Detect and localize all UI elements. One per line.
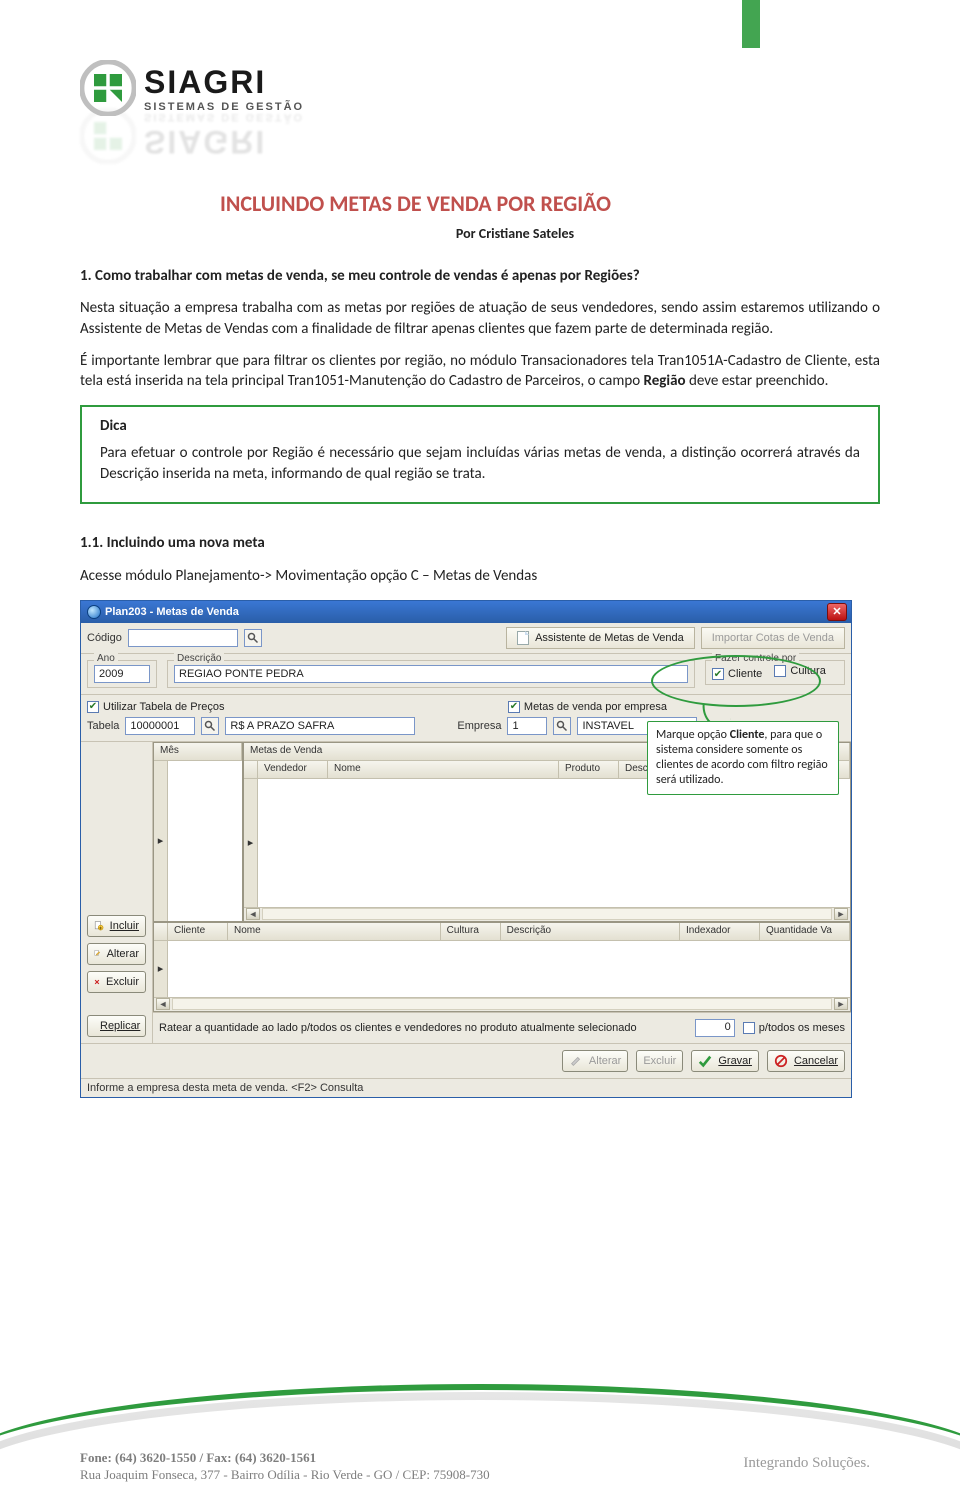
ratear-row: Ratear a quantidade ao lado p/todos os c… — [153, 1012, 851, 1043]
excluir-action-button[interactable]: Excluir — [636, 1050, 683, 1072]
importar-cotas-button[interactable]: Importar Cotas de Venda — [701, 627, 845, 649]
alterar-left-button[interactable]: Alterar — [87, 943, 146, 965]
ano-legend: Ano — [94, 653, 118, 664]
mes-column: Mês — [154, 743, 242, 760]
delete-x-icon — [94, 975, 100, 989]
header-fields-row: Ano 2009 Descrição REGIAO PONTE PEDRA Fa… — [81, 654, 851, 695]
document-icon — [517, 631, 529, 645]
status-bar: Informe a empresa desta meta de venda. <… — [81, 1078, 851, 1097]
footer-tagline: Integrando Soluções. — [743, 1455, 870, 1472]
indexador-column: Indexador — [680, 923, 760, 940]
cancel-icon — [774, 1054, 788, 1068]
horizontal-scrollbar[interactable]: ◄► — [244, 907, 850, 921]
brand-name: SIAGRI — [144, 64, 304, 101]
gravar-button[interactable]: Gravar — [691, 1050, 759, 1072]
excluir-left-button[interactable]: Excluir — [87, 971, 146, 993]
plus-document-icon: ✚ — [94, 919, 104, 933]
metas-por-empresa-checkbox[interactable]: ✔Metas de venda por empresa — [508, 701, 667, 713]
produto-column: Produto — [559, 761, 619, 778]
window-titlebar: Plan203 - Metas de Venda ✕ — [81, 601, 851, 623]
cliente-checkbox[interactable]: ✔Cliente — [712, 668, 762, 680]
cliente-cultura-grid[interactable]: Cliente Nome Cultura Descrição Indexador… — [153, 922, 851, 1012]
codigo-input[interactable] — [128, 629, 238, 647]
page-title: INCLUINDO METAS DE VENDA POR REGIÃO — [220, 190, 880, 217]
toolbar: Código Assistente de Metas de Venda Impo… — [81, 623, 851, 654]
row-selector-icon: ▸ — [154, 941, 168, 997]
navigation-path: Acesse módulo Planejamento-> Movimentaçã… — [80, 567, 880, 585]
paragraph-2: É importante lembrar que para filtrar os… — [80, 351, 880, 392]
svg-text:✚: ✚ — [99, 925, 103, 930]
cancelar-button[interactable]: Cancelar — [767, 1050, 845, 1072]
replicar-button[interactable]: Replicar — [87, 1015, 146, 1037]
cultura-checkbox[interactable]: Cultura — [774, 665, 825, 677]
empresa-label: Empresa — [457, 720, 501, 732]
cliente-column: Cliente — [168, 923, 228, 940]
byline: Por Cristiane Sateles — [150, 225, 880, 242]
footer-phone: Fone: (64) 3620-1550 / Fax: (64) 3620-15… — [80, 1449, 490, 1467]
pencil-document-icon — [94, 947, 101, 961]
assistente-button[interactable]: Assistente de Metas de Venda — [506, 627, 695, 649]
horizontal-scrollbar[interactable]: ◄► — [154, 997, 850, 1011]
fazer-controle-legend: Fazer controle por — [712, 653, 799, 664]
paragraph-1: Nesta situação a empresa trabalha com as… — [80, 298, 880, 339]
utilizar-tabela-checkbox[interactable]: ✔Utilizar Tabela de Preços — [87, 701, 224, 713]
empresa-search-button[interactable] — [553, 717, 571, 735]
annotation-callout: Marque opção Cliente, para que o sistema… — [647, 721, 839, 795]
tabela-label: Tabela — [87, 720, 119, 732]
tip-title: Dica — [100, 417, 860, 435]
window-title: Plan203 - Metas de Venda — [105, 606, 239, 618]
cultura-column: Cultura — [441, 923, 501, 940]
action-buttons-row: Alterar Excluir Gravar Cancelar — [81, 1043, 851, 1078]
tip-body: Para efetuar o controle por Região é nec… — [100, 443, 860, 484]
p-todos-meses-checkbox[interactable]: p/todos os meses — [743, 1022, 845, 1034]
tabela-code-input[interactable]: 10000001 — [125, 717, 195, 735]
cultura-descricao-column: Descrição — [501, 923, 680, 940]
descricao-input[interactable]: REGIAO PONTE PEDRA — [174, 665, 688, 683]
vendedor-nome-column: Nome — [328, 761, 559, 778]
app-icon — [87, 605, 101, 619]
question-1: 1. Como trabalhar com metas de venda, se… — [80, 266, 880, 286]
codigo-search-button[interactable] — [244, 629, 262, 647]
check-icon — [698, 1054, 712, 1068]
quantidade-column: Quantidade Va — [760, 923, 850, 940]
brand-subtitle: SISTEMAS DE GESTÃO — [144, 101, 304, 113]
cliente-nome-column: Nome — [228, 923, 441, 940]
window-close-button[interactable]: ✕ — [827, 603, 847, 621]
alterar-action-button[interactable]: Alterar — [562, 1050, 628, 1072]
ano-input[interactable]: 2009 — [94, 665, 150, 683]
ratear-text: Ratear a quantidade ao lado p/todos os c… — [159, 1022, 637, 1034]
tabela-search-button[interactable] — [201, 717, 219, 735]
tip-box: Dica Para efetuar o controle por Região … — [80, 405, 880, 504]
footer-contact: Fone: (64) 3620-1550 / Fax: (64) 3620-15… — [80, 1449, 490, 1484]
ratear-value-input[interactable]: 0 — [695, 1019, 735, 1037]
brand-logo: SIAGRI SISTEMAS DE GESTÃO — [80, 60, 880, 116]
row-selector-icon: ▸ — [244, 779, 258, 907]
mes-grid[interactable]: Mês ▸ — [153, 742, 243, 922]
footer-swoosh — [0, 1322, 960, 1452]
vendedor-column: Vendedor — [258, 761, 328, 778]
brand-logo-reflection: SIAGRI SISTEMAS DE GESTÃO — [80, 108, 880, 164]
footer-address: Rua Joaquim Fonseca, 377 - Bairro Odília… — [80, 1466, 490, 1484]
incluir-button[interactable]: ✚ Incluir — [87, 915, 146, 937]
descricao-legend: Descrição — [174, 653, 224, 664]
pencil-icon — [569, 1054, 583, 1068]
empresa-code-input[interactable]: 1 — [507, 717, 547, 735]
codigo-label: Código — [87, 632, 122, 644]
left-button-column: ✚ Incluir Alterar Excluir — [81, 742, 153, 1043]
section-1-1-heading: 1.1. Incluindo uma nova meta — [80, 534, 880, 552]
app-window: Plan203 - Metas de Venda ✕ Código Assist… — [80, 600, 852, 1098]
brand-logo-mark — [80, 60, 136, 116]
header-accent-square — [742, 0, 760, 48]
tabela-name-display: R$ A PRAZO SAFRA — [225, 717, 415, 735]
row-selector-icon: ▸ — [154, 761, 168, 921]
